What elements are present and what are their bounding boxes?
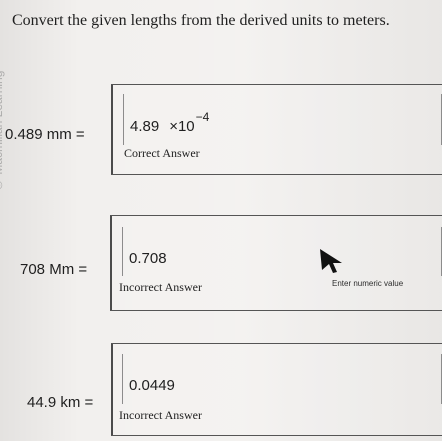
macmillan-watermark: © Macmillan Learning bbox=[0, 70, 5, 192]
scientific-notation-base: ×10 bbox=[169, 118, 195, 135]
answer-panel-top-border-megameters bbox=[110, 215, 442, 216]
numeric-value-hint: Enter numeric value bbox=[332, 279, 404, 288]
answer-value-mm: 4.89 ×10−4 bbox=[130, 111, 209, 135]
answer-mantissa: 4.89 bbox=[130, 118, 160, 135]
answer-status-incorrect-kilometers: Incorrect Answer bbox=[119, 408, 202, 422]
answer-value-kilometers: 0.0449 bbox=[129, 377, 175, 394]
answer-panel-bottom-border-kilometers bbox=[111, 435, 442, 436]
problem-label-mm: 0.489 mm = bbox=[5, 126, 85, 143]
answer-panel-bottom-border-megameters bbox=[110, 310, 442, 311]
answer-status-incorrect: Incorrect Answer bbox=[119, 280, 202, 294]
answer-status-correct: Correct Answer bbox=[124, 146, 200, 160]
answer-panel-top-border-mm bbox=[111, 84, 442, 85]
mouse-pointer-icon bbox=[320, 249, 342, 273]
answer-field-megameters[interactable] bbox=[122, 227, 442, 276]
problem-label-megameters: 708 Mm = bbox=[20, 261, 88, 278]
answer-panel-top-border-kilometers bbox=[111, 343, 442, 344]
answer-value-megameters: 0.708 bbox=[129, 250, 167, 267]
problem-label-kilometers: 44.9 km = bbox=[27, 394, 94, 411]
question-instruction: Convert the given lengths from the deriv… bbox=[12, 12, 390, 29]
answer-panel-bottom-border-mm bbox=[111, 174, 442, 175]
scientific-notation-exponent: −4 bbox=[195, 110, 210, 124]
